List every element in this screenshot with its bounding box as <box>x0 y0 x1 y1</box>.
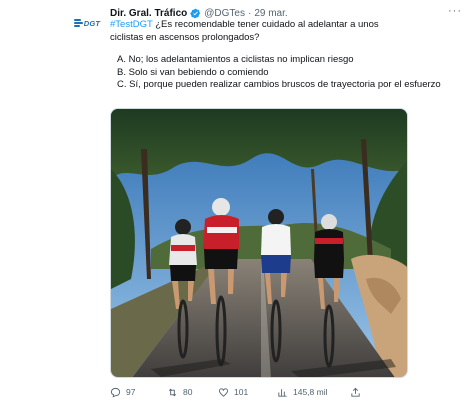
more-icon[interactable]: ··· <box>448 5 462 17</box>
separator-dot: · <box>247 7 252 19</box>
tweet-date[interactable]: 29 mar. <box>254 8 287 19</box>
reply-button[interactable]: 97 <box>110 385 135 399</box>
retweet-button[interactable]: 80 <box>167 385 192 399</box>
share-button[interactable] <box>350 385 361 399</box>
retweet-count: 80 <box>183 387 193 397</box>
like-icon <box>218 387 229 397</box>
tweet: DGT Dir. Gral. Tráfico @DGTes · 29 mar. … <box>0 0 474 402</box>
hashtag-link[interactable]: #TestDGT <box>110 19 153 30</box>
dgt-logo: DGT <box>73 18 101 28</box>
answer-options: A. No; los adelantamientos a ciclistas n… <box>117 54 441 92</box>
author-name[interactable]: Dir. Gral. Tráfico <box>110 8 187 19</box>
views-button[interactable]: 145,8 mil <box>277 385 328 399</box>
tweet-text: #TestDGT ¿Es recomendable tener cuidado … <box>110 19 410 44</box>
tweet-photo[interactable] <box>110 108 408 378</box>
avatar[interactable]: DGT <box>72 8 102 38</box>
option-c: C. Sí, porque pueden realizar cambios br… <box>117 79 441 90</box>
retweet-icon <box>168 388 177 396</box>
reply-count: 97 <box>126 387 136 397</box>
like-button[interactable]: 101 <box>218 385 248 399</box>
reply-icon <box>110 387 121 397</box>
views-icon <box>278 388 287 397</box>
views-count: 145,8 mil <box>293 387 328 397</box>
tweet-header: Dir. Gral. Tráfico @DGTes · 29 mar. <box>110 6 288 20</box>
cyclists-photo <box>111 109 407 377</box>
share-icon <box>351 387 360 397</box>
tweet-actions: 97 80 101 145,8 mil <box>110 385 410 399</box>
option-a: A. No; los adelantamientos a ciclistas n… <box>117 54 354 65</box>
dgt-logo-mark-icon <box>73 19 83 27</box>
option-b: B. Solo si van bebiendo o comiendo <box>117 66 269 78</box>
avatar-text: DGT <box>83 18 101 28</box>
like-count: 101 <box>234 387 249 397</box>
author-handle[interactable]: @DGTes <box>204 8 245 19</box>
verified-badge-icon <box>190 8 201 19</box>
